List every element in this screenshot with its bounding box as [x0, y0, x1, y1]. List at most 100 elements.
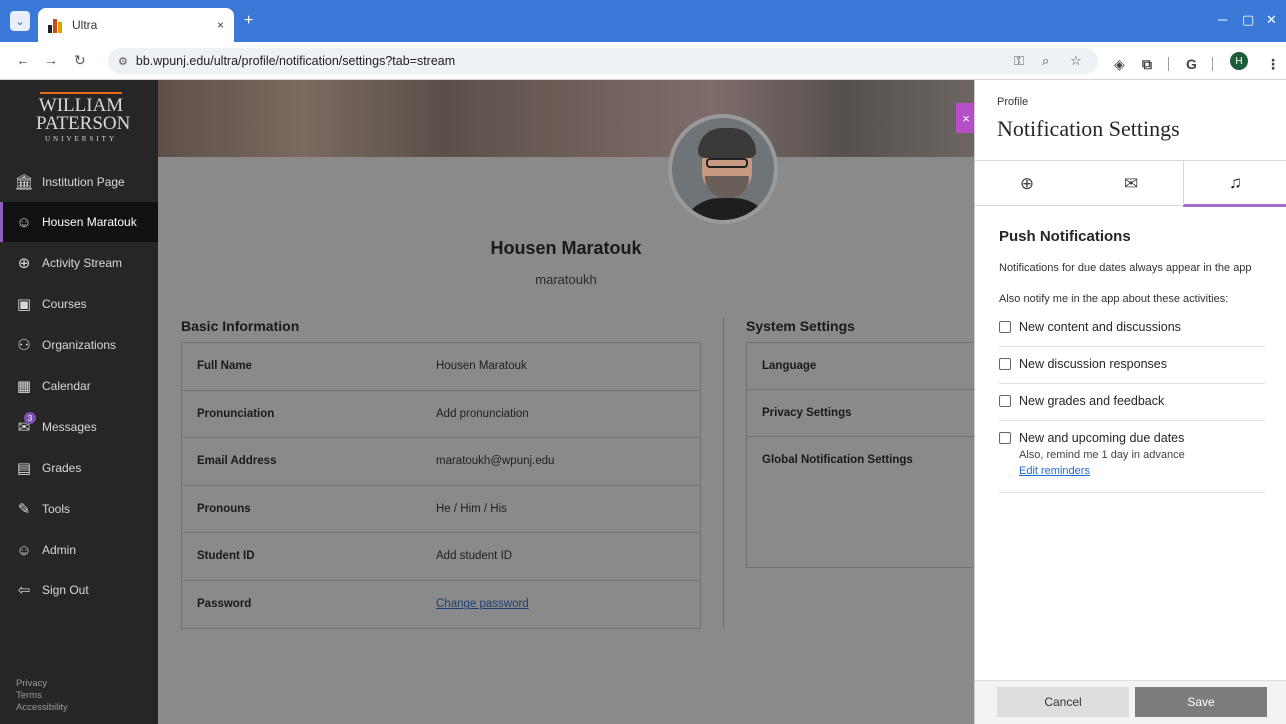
save-button[interactable]: Save — [1135, 687, 1267, 717]
profile-banner — [158, 80, 974, 157]
toolbar-divider — [1168, 57, 1169, 71]
calendar-icon: ▦ — [16, 378, 32, 395]
option-due-dates[interactable]: New and upcoming due dates Also, remind … — [999, 431, 1265, 493]
profile-avatar[interactable] — [668, 114, 778, 224]
window-close-icon[interactable]: ✕ — [1266, 12, 1277, 28]
sidebar-item-label: Messages — [42, 420, 97, 434]
sidebar: WILLIAM PATERSON UNIVERSITY 🏛 Institutio… — [0, 80, 158, 724]
panel-footer: Cancel Save — [975, 680, 1286, 724]
sidebar-item-label: Grades — [42, 461, 82, 475]
browser-profile-avatar[interactable]: H — [1230, 52, 1248, 70]
sidebar-item-label: Housen Maratouk — [42, 215, 137, 229]
sidebar-item-label: Organizations — [42, 338, 117, 352]
institution-icon: 🏛 — [14, 174, 34, 191]
edit-reminders-link[interactable]: Edit reminders — [1019, 465, 1265, 477]
envelope-icon: ✉ — [1123, 174, 1139, 193]
sidebar-item-label: Sign Out — [42, 583, 89, 597]
maximize-icon[interactable]: ▢ — [1242, 12, 1254, 28]
table-row[interactable]: Pronouns He / Him / His — [182, 486, 700, 533]
table-row: Password Change password — [197, 598, 529, 611]
table-row[interactable]: Student ID Add student ID — [182, 533, 700, 581]
extensions-puzzle-icon[interactable]: ⧉ — [1142, 56, 1152, 73]
sidebar-item-label: Courses — [42, 297, 87, 311]
checkbox[interactable] — [999, 432, 1011, 444]
person-icon: ☺ — [16, 213, 32, 231]
privacy-settings[interactable]: Privacy Settings — [747, 390, 974, 437]
option-discussion-responses[interactable]: New discussion responses — [999, 357, 1265, 384]
shield-extension-icon[interactable]: ◈ — [1114, 56, 1125, 73]
university-logo[interactable]: WILLIAM PATERSON UNIVERSITY — [36, 92, 130, 154]
change-password-link[interactable]: Change password — [436, 598, 529, 610]
organizations-icon: ⚇ — [17, 337, 31, 354]
basic-information-title: Basic Information — [181, 318, 300, 334]
globe-icon: ⊕ — [17, 255, 31, 272]
minimize-icon[interactable]: ─ — [1218, 12, 1227, 27]
push-notifications-heading: Push Notifications — [999, 228, 1131, 245]
tab-close-icon[interactable]: × — [217, 18, 224, 32]
sidebar-item-courses[interactable]: ▣ Courses — [0, 284, 158, 324]
profile-page: Housen Maratouk maratoukh Basic Informat… — [158, 80, 974, 724]
table-row[interactable]: Full Name Housen Maratouk — [182, 343, 700, 391]
browser-toolbar: ← → ↻ ⚙ bb.wpunj.edu/ultra/profile/notif… — [0, 42, 1286, 80]
sidebar-item-grades[interactable]: ▤ Grades — [0, 448, 158, 488]
also-notify-text: Also notify me in the app about these ac… — [999, 293, 1229, 305]
breadcrumb[interactable]: Profile — [997, 96, 1028, 108]
bookmark-star-icon[interactable]: ☆ — [1070, 53, 1082, 69]
favicon-icon — [48, 17, 64, 33]
sidebar-item-label: Institution Page — [42, 175, 125, 189]
bell-icon: ♫ — [1229, 172, 1242, 192]
admin-icon: ☺ — [16, 541, 32, 559]
push-note: Notifications for due dates always appea… — [999, 262, 1252, 274]
checkbox[interactable] — [999, 395, 1011, 407]
envelope-icon: ✉ 3 — [14, 412, 36, 436]
browser-menu-icon[interactable]: ⋮ — [1266, 56, 1280, 73]
new-tab-icon[interactable]: + — [244, 12, 253, 30]
accessibility-link[interactable]: Accessibility — [16, 702, 68, 714]
sidebar-item-messages[interactable]: ✉ 3 Messages — [0, 407, 158, 447]
option-grades-feedback[interactable]: New grades and feedback — [999, 394, 1265, 421]
profile-username: maratoukh — [535, 272, 597, 287]
close-panel-button[interactable]: × — [956, 103, 976, 133]
tab-search-icon[interactable]: ⌄ — [10, 11, 30, 31]
sidebar-item-activity-stream[interactable]: ⊕ Activity Stream — [0, 243, 158, 283]
sidebar-item-sign-out[interactable]: ⇦ Sign Out — [0, 570, 158, 610]
browser-tab[interactable]: Ultra × — [38, 8, 234, 42]
sidebar-item-calendar[interactable]: ▦ Calendar — [0, 366, 158, 406]
panel-title: Notification Settings — [997, 116, 1180, 141]
forward-icon[interactable]: → — [44, 52, 58, 68]
tab-email[interactable]: ✉ — [1079, 161, 1183, 207]
tab-stream-globe[interactable]: ⊕ — [975, 161, 1079, 207]
reload-icon[interactable]: ↻ — [74, 52, 86, 69]
back-icon[interactable]: ← — [16, 52, 30, 68]
browser-tabbar: ⌄ Ultra × + ─ ▢ ✕ — [0, 0, 1286, 42]
option-new-content[interactable]: New content and discussions — [999, 320, 1265, 347]
courses-icon: ▣ — [16, 296, 32, 313]
sidebar-item-admin[interactable]: ☺ Admin — [0, 530, 158, 570]
privacy-link[interactable]: Privacy — [16, 678, 68, 690]
google-extension-icon[interactable]: G — [1186, 56, 1197, 72]
sidebar-footer: Privacy Terms Accessibility — [16, 678, 68, 714]
sidebar-item-label: Activity Stream — [42, 256, 123, 270]
sidebar-item-label: Calendar — [42, 379, 91, 393]
cancel-button[interactable]: Cancel — [997, 687, 1129, 717]
checkbox[interactable] — [999, 358, 1011, 370]
site-info-icon[interactable]: ⚙ — [118, 55, 128, 68]
sidebar-item-label: Admin — [42, 543, 77, 557]
checkbox[interactable] — [999, 321, 1011, 333]
language-setting[interactable]: Language — [747, 343, 974, 390]
table-row[interactable]: Pronunciation Add pronunciation — [182, 391, 700, 438]
global-notification-settings[interactable]: Global Notification Settings — [747, 437, 974, 567]
sidebar-item-organizations[interactable]: ⚇ Organizations — [0, 325, 158, 365]
terms-link[interactable]: Terms — [16, 690, 68, 702]
zoom-icon[interactable]: ⌕ — [1042, 53, 1049, 69]
grades-icon: ▤ — [16, 460, 32, 477]
password-key-icon[interactable]: ⚿ — [1014, 53, 1024, 69]
sidebar-item-tools[interactable]: ✎ Tools — [0, 489, 158, 529]
sidebar-item-institution-page[interactable]: 🏛 Institution Page — [0, 162, 158, 202]
sidebar-item-profile[interactable]: ☺ Housen Maratouk — [0, 202, 158, 242]
tab-title: Ultra — [72, 18, 98, 32]
tab-push[interactable]: ♫ — [1183, 161, 1286, 207]
table-row[interactable]: Email Address maratoukh@wpunj.edu — [182, 438, 700, 486]
globe-icon: ⊕ — [1019, 174, 1035, 193]
address-bar[interactable]: ⚙ bb.wpunj.edu/ultra/profile/notificatio… — [108, 48, 1098, 74]
